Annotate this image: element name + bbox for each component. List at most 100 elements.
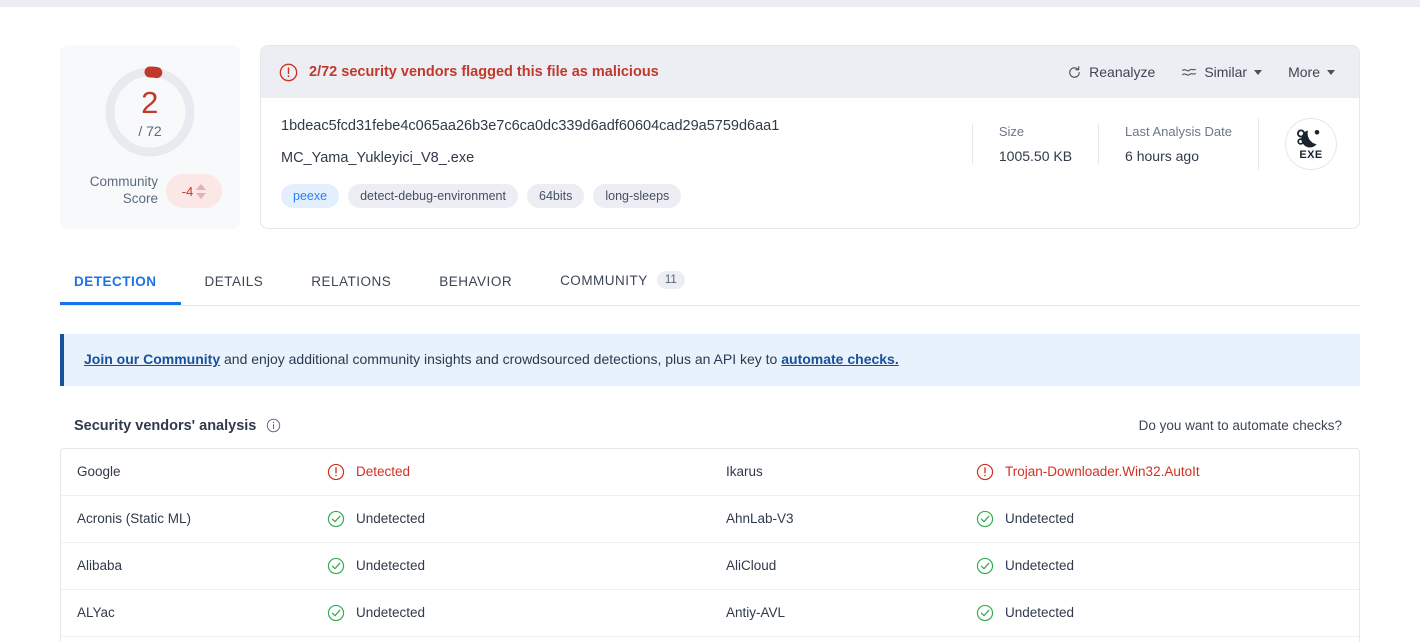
vendor-cell: Acronis (Static ML) Undetected — [61, 496, 710, 542]
check-circle-icon — [976, 510, 994, 527]
tab-detection-label: DETECTION — [74, 274, 157, 289]
tag-long-sleeps[interactable]: long-sleeps — [593, 184, 682, 208]
vendor-result-label: Undetected — [1005, 605, 1075, 621]
vendor-name: ALYac — [77, 605, 115, 621]
tab-behavior-label: BEHAVIOR — [439, 274, 513, 289]
automate-checks-link[interactable]: automate checks. — [781, 351, 899, 367]
similar-label: Similar — [1204, 64, 1248, 80]
file-tags: peexe detect-debug-environment 64bits lo… — [281, 184, 972, 208]
tab-details[interactable]: DETAILS — [181, 262, 288, 305]
top-bar — [0, 0, 1420, 7]
file-name: MC_Yama_Yukleyici_V8_.exe — [281, 150, 475, 166]
tab-relations-label: RELATIONS — [311, 274, 392, 289]
vendor-cell: AliCloud Undetected — [710, 543, 1359, 589]
tab-community-badge: 11 — [656, 271, 685, 289]
reanalyze-button[interactable]: Reanalyze — [1067, 64, 1155, 80]
vendor-result: Detected — [327, 463, 410, 481]
table-row: Arcabit Undetected Avast Undetected — [61, 637, 1359, 642]
check-circle-icon — [327, 510, 345, 527]
table-row: Acronis (Static ML) Undetected AhnLab-V3 — [61, 496, 1359, 543]
vendor-name: AhnLab-V3 — [726, 511, 794, 527]
vendor-cell: Google Detected — [61, 449, 710, 495]
tab-community-label: COMMUNITY — [560, 272, 648, 288]
vendor-cell: Avast Undetected — [710, 637, 1359, 642]
file-info: 1bdeac5fcd31febe4c065aa26b3e7c6ca0dc339d… — [281, 118, 972, 208]
community-vote-pill[interactable]: -4 — [166, 174, 222, 208]
chevron-down-icon — [1254, 69, 1263, 75]
exe-type-badge: EXE — [1285, 118, 1337, 170]
vote-arrows — [196, 183, 207, 199]
vendor-result: Undetected — [976, 510, 1074, 528]
file-detail-body: 1bdeac5fcd31febe4c065aa26b3e7c6ca0dc339d… — [261, 98, 1359, 228]
vendor-cell: Ikarus Trojan-Downloader.Win32.AutoIt — [710, 449, 1359, 495]
community-banner: Join our Community and enjoy additional … — [60, 334, 1360, 386]
vendor-cell: Antiy-AVL Undetected — [710, 590, 1359, 636]
last-analysis-label: Last Analysis Date — [1125, 124, 1232, 139]
detection-ratio-donut: 2 / 72 — [102, 64, 198, 160]
verdict-area: 2/72 security vendors flagged this file … — [279, 63, 1057, 82]
vendors-title: Security vendors' analysis — [74, 417, 257, 434]
check-circle-icon — [327, 557, 345, 574]
community-score-label-line2: Score — [122, 191, 158, 206]
banner-middle-text: and enjoy additional community insights … — [220, 351, 782, 367]
table-row: Google Detected Ikarus Trojan-Downloader… — [61, 449, 1359, 496]
vendor-result-label: Undetected — [1005, 511, 1075, 527]
approx-equal-icon — [1182, 68, 1197, 76]
vendor-result: Trojan-Downloader.Win32.AutoIt — [976, 463, 1200, 481]
last-analysis-block: Last Analysis Date 6 hours ago — [1098, 124, 1258, 164]
tab-community[interactable]: COMMUNITY 11 — [536, 259, 709, 305]
vendor-name: Antiy-AVL — [726, 605, 786, 621]
vendor-result-label: Detected — [356, 464, 411, 480]
vendors-section-header: Security vendors' analysis Do you want t… — [60, 418, 1360, 434]
table-row: ALYac Undetected Antiy-AVL Undetected — [61, 590, 1359, 637]
vendor-result-label: Undetected — [356, 511, 426, 527]
last-analysis-value: 6 hours ago — [1125, 148, 1199, 164]
reanalyze-label: Reanalyze — [1089, 64, 1156, 80]
vendor-cell: Alibaba Undetected — [61, 543, 710, 589]
more-button[interactable]: More — [1288, 64, 1335, 80]
file-type-block: EXE — [1258, 118, 1337, 170]
vendor-result: Undetected — [327, 510, 425, 528]
tag-detect-debug-environment[interactable]: detect-debug-environment — [348, 184, 518, 208]
vendor-name: Ikarus — [726, 464, 763, 480]
vote-down-icon[interactable] — [196, 192, 207, 199]
check-circle-icon — [976, 604, 994, 621]
alert-circle-icon — [279, 63, 298, 81]
file-summary-row: 2 / 72 Community Score -4 2/72 security … — [60, 45, 1360, 229]
table-row: Alibaba Undetected AliCloud Undetected — [61, 543, 1359, 590]
tab-detection[interactable]: DETECTION — [60, 262, 181, 305]
check-circle-icon — [976, 557, 994, 574]
similar-button[interactable]: Similar — [1181, 64, 1263, 80]
vendor-name: Acronis (Static ML) — [77, 511, 192, 527]
more-label: More — [1288, 64, 1320, 80]
tab-details-label: DETAILS — [204, 274, 264, 289]
vote-up-icon[interactable] — [196, 183, 207, 190]
exe-label: EXE — [1299, 148, 1323, 161]
tab-behavior[interactable]: BEHAVIOR — [415, 262, 536, 305]
vendor-name: Google — [77, 464, 121, 480]
info-icon[interactable] — [266, 418, 281, 433]
tag-peexe[interactable]: peexe — [281, 184, 340, 208]
refresh-icon — [1069, 65, 1080, 78]
vendor-result: Undetected — [327, 604, 425, 622]
join-community-link[interactable]: Join our Community — [84, 351, 220, 367]
tab-relations[interactable]: RELATIONS — [287, 262, 415, 305]
header-actions: Reanalyze Similar More — [1067, 64, 1335, 80]
vendor-cell: Arcabit Undetected — [61, 637, 710, 642]
verdict-text: 2/72 security vendors flagged this file … — [309, 64, 659, 80]
page-container: 2 / 72 Community Score -4 2/72 security … — [0, 45, 1420, 642]
file-detail-header: 2/72 security vendors flagged this file … — [261, 46, 1359, 98]
tag-64bits[interactable]: 64bits — [527, 184, 585, 208]
vendor-result: Undetected — [327, 557, 425, 575]
vendor-name: Alibaba — [77, 558, 123, 574]
automate-checks-prompt[interactable]: Do you want to automate checks? — [1139, 418, 1360, 433]
vendor-name: AliCloud — [726, 558, 777, 574]
vendor-result-label: Undetected — [356, 605, 426, 621]
vendor-result: Undetected — [976, 557, 1074, 575]
vendor-result-label: Undetected — [356, 558, 426, 574]
file-size-block: Size 1005.50 KB — [971, 124, 1098, 164]
community-score-meta: Community Score -4 — [78, 174, 222, 208]
check-circle-icon — [327, 604, 345, 621]
vendor-cell: AhnLab-V3 Undetected — [710, 496, 1359, 542]
vendor-result-label: Trojan-Downloader.Win32.AutoIt — [1005, 464, 1200, 480]
